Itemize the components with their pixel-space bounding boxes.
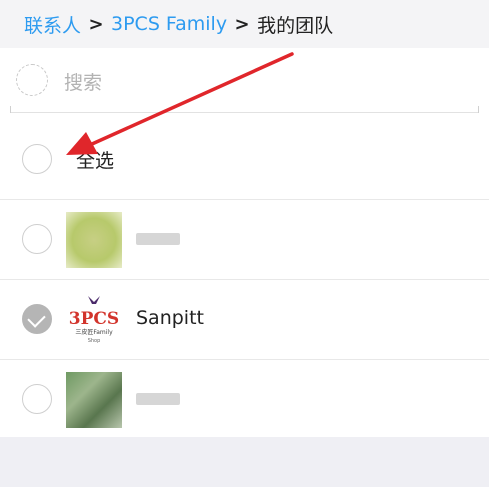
select-all-row[interactable]: 全选 [0, 120, 489, 200]
list-item[interactable]: 3PCS 三皮匠Family Shop Sanpitt [0, 280, 489, 360]
member-list: 全选 3PCS 三皮匠Family Shop Sanpitt [0, 120, 489, 438]
search-bar[interactable]: 搜索 [0, 48, 489, 120]
member-name-blurred [136, 393, 180, 405]
search-input[interactable]: 搜索 [64, 68, 102, 95]
select-all-radio[interactable] [22, 144, 52, 174]
empty-footer-area [0, 437, 489, 487]
svg-text:3PCS: 3PCS [69, 309, 119, 329]
search-avatar-placeholder [16, 64, 48, 96]
avatar [66, 372, 122, 428]
search-underline-tick-right [478, 106, 479, 113]
select-all-label: 全选 [76, 150, 115, 172]
breadcrumb: 联系人 > 3PCS Family > 我的团队 [0, 0, 489, 48]
search-underline-tick-left [10, 106, 11, 113]
avatar [66, 212, 122, 268]
3pcs-logo-icon: 3PCS 三皮匠Family Shop [69, 296, 119, 344]
member-radio-checked[interactable] [22, 304, 52, 334]
chevron-right-icon: > [88, 13, 104, 35]
member-radio[interactable] [22, 224, 52, 254]
member-name-blurred [136, 233, 180, 245]
breadcrumb-contacts[interactable]: 联系人 [24, 11, 81, 38]
list-item[interactable] [0, 360, 489, 438]
svg-text:Shop: Shop [88, 338, 101, 344]
chevron-right-icon: > [234, 13, 250, 35]
breadcrumb-my-team: 我的团队 [257, 14, 334, 37]
avatar: 3PCS 三皮匠Family Shop [66, 292, 122, 348]
search-underline [10, 112, 479, 113]
member-name: Sanpitt [136, 307, 204, 329]
breadcrumb-3pcs-family[interactable]: 3PCS Family [111, 13, 227, 35]
member-radio[interactable] [22, 384, 52, 414]
list-item[interactable] [0, 200, 489, 280]
svg-text:三皮匠Family: 三皮匠Family [75, 328, 113, 336]
